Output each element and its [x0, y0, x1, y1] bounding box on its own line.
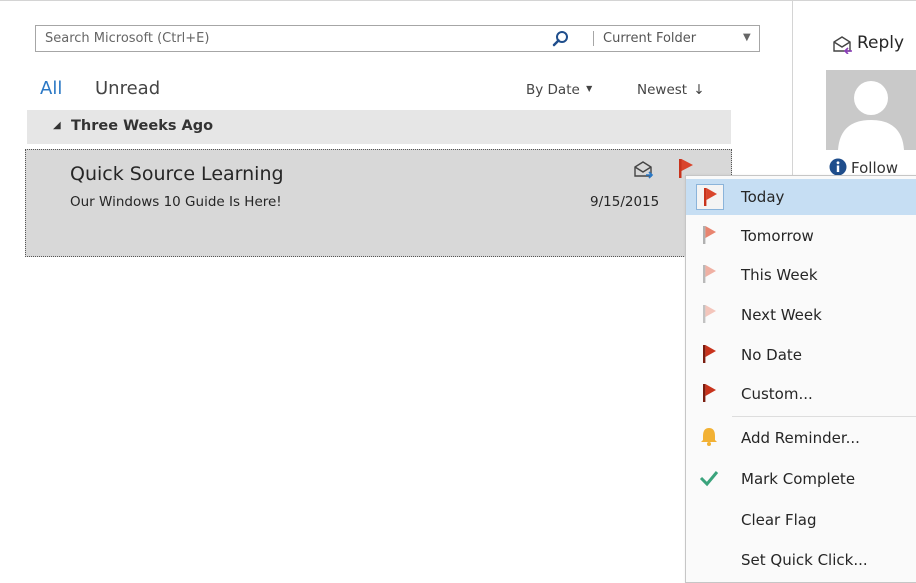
- flag-tomorrow-icon: [696, 223, 724, 249]
- sort-order-label: Newest: [637, 82, 688, 98]
- arrow-down-icon: ↓: [693, 82, 705, 98]
- menu-label: Today: [741, 188, 785, 206]
- message-row[interactable]: Quick Source Learning Our Windows 10 Gui…: [25, 149, 732, 257]
- menu-item-next-week[interactable]: Next Week: [686, 297, 916, 333]
- checkmark-icon: [696, 466, 724, 492]
- flag-no-date-icon: [696, 342, 724, 368]
- filter-unread[interactable]: Unread: [95, 78, 160, 99]
- menu-label: Set Quick Click...: [741, 551, 868, 569]
- sort-by-dropdown[interactable]: By Date ▼: [526, 82, 592, 98]
- chevron-down-icon: ▼: [586, 84, 593, 93]
- menu-label: Tomorrow: [741, 227, 814, 245]
- menu-item-set-quick-click[interactable]: Set Quick Click...: [686, 542, 916, 578]
- replied-envelope-icon: [634, 161, 654, 179]
- message-date: 9/15/2015: [590, 194, 660, 210]
- menu-item-tomorrow[interactable]: Tomorrow: [686, 218, 916, 254]
- menu-label: Add Reminder...: [741, 429, 860, 447]
- menu-item-no-date[interactable]: No Date: [686, 337, 916, 373]
- search-box[interactable]: Search Microsoft (Ctrl+E) Current Folder…: [35, 25, 760, 52]
- message-sender: Quick Source Learning: [70, 163, 284, 185]
- bell-icon: [696, 425, 724, 451]
- search-icon[interactable]: [551, 29, 571, 49]
- reply-envelope-icon: [833, 36, 852, 54]
- search-input[interactable]: Search Microsoft (Ctrl+E): [45, 31, 209, 46]
- menu-item-today[interactable]: Today: [686, 179, 916, 215]
- info-icon: [829, 158, 847, 176]
- search-separator: [593, 31, 594, 46]
- sort-by-label: By Date: [526, 82, 580, 98]
- menu-label: Clear Flag: [741, 511, 817, 529]
- flag-context-menu: Today Tomorrow This Week Next Week No Da…: [685, 175, 916, 583]
- menu-label: This Week: [741, 266, 818, 284]
- menu-item-clear-flag[interactable]: Clear Flag: [686, 502, 916, 538]
- flag-custom-icon: [696, 381, 724, 407]
- top-border: [0, 0, 916, 1]
- reply-label: Reply: [857, 33, 905, 53]
- filter-all[interactable]: All: [40, 78, 62, 99]
- menu-label: Mark Complete: [741, 470, 856, 488]
- message-subject: Our Windows 10 Guide Is Here!: [70, 194, 282, 210]
- chevron-down-icon[interactable]: ▼: [743, 32, 751, 43]
- menu-separator: [732, 416, 916, 417]
- group-header[interactable]: ◢ Three Weeks Ago: [27, 110, 731, 144]
- menu-label: No Date: [741, 346, 803, 364]
- avatar: [826, 70, 916, 150]
- menu-item-custom[interactable]: Custom...: [686, 376, 916, 412]
- menu-item-add-reminder[interactable]: Add Reminder...: [686, 420, 916, 456]
- collapse-triangle-icon[interactable]: ◢: [53, 120, 61, 131]
- flag-this-week-icon: [696, 262, 724, 288]
- search-scope-dropdown[interactable]: Current Folder: [603, 31, 696, 46]
- menu-item-mark-complete[interactable]: Mark Complete: [686, 461, 916, 497]
- group-title: Three Weeks Ago: [71, 118, 214, 134]
- flag-today-icon: [696, 184, 724, 210]
- sort-order-toggle[interactable]: Newest ↓: [637, 82, 705, 98]
- menu-label: Custom...: [741, 385, 813, 403]
- menu-label: Next Week: [741, 306, 822, 324]
- menu-item-this-week[interactable]: This Week: [686, 257, 916, 293]
- flag-next-week-icon: [696, 302, 724, 328]
